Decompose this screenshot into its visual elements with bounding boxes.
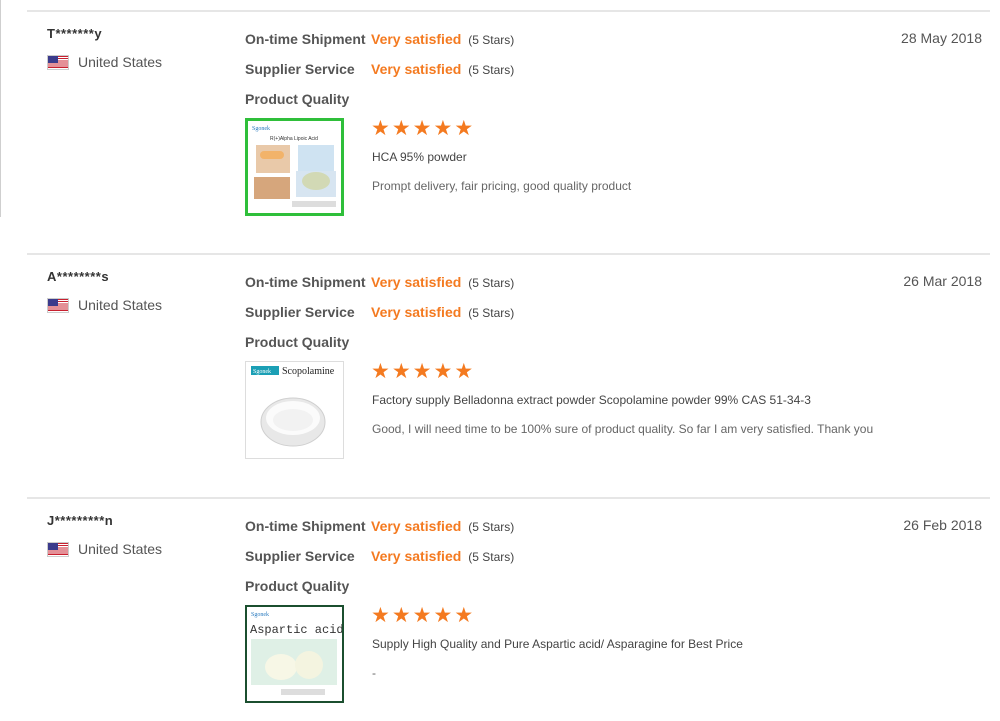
rating-row-quality: Product Quality	[245, 334, 371, 350]
star-icon: ★	[454, 360, 474, 383]
buyer-name: T*******y	[47, 26, 103, 41]
rating-row-shipment: On-time Shipment Very satisfied (5 Stars…	[245, 31, 514, 47]
rating-stars-text: (5 Stars)	[468, 550, 515, 564]
review-item: T*******y United States On-time Shipment…	[27, 10, 990, 253]
rating-label: Supplier Service	[245, 304, 355, 320]
rating-label: Product Quality	[245, 578, 350, 594]
product-name[interactable]: Factory supply Belladonna extract powder…	[372, 393, 811, 407]
rating-stars-text: (5 Stars)	[468, 520, 515, 534]
review-item: J*********n United States On-time Shipme…	[27, 497, 990, 721]
star-icon: ★	[371, 360, 390, 383]
rating-row-shipment: On-time Shipment Very satisfied (5 Stars…	[245, 518, 514, 534]
product-image: Sgonek Aspartic acid	[250, 612, 344, 695]
quality-star-rating: ★ ★ ★ ★ ★	[371, 118, 473, 139]
review-text: Good, I will need time to be 100% sure o…	[372, 422, 874, 436]
star-icon: ★	[412, 360, 432, 383]
thumb-title: R(+)Alpha Lipoic Acid	[270, 136, 318, 142]
review-text: Prompt delivery, fair pricing, good qual…	[372, 179, 632, 193]
country-label: United States	[78, 541, 163, 557]
star-icon: ★	[371, 117, 390, 140]
thumb-brand: Sgonek	[251, 612, 269, 618]
rating-label: Product Quality	[245, 91, 350, 107]
rating-stars-text: (5 Stars)	[468, 33, 515, 47]
star-icon: ★	[433, 360, 453, 383]
rating-value: Very satisfied	[371, 304, 462, 320]
thumb-brand: Sgonek	[252, 126, 270, 132]
star-icon: ★	[391, 360, 411, 383]
rating-row-service: Supplier Service Very satisfied (5 Stars…	[245, 548, 514, 564]
star-icon: ★	[391, 604, 411, 627]
review-item: A********s United States On-time Shipmen…	[27, 253, 990, 496]
product-name[interactable]: Supply High Quality and Pure Aspartic ac…	[372, 637, 743, 651]
buyer-name: A********s	[47, 269, 110, 284]
star-icon: ★	[371, 604, 390, 627]
rating-label: Supplier Service	[245, 548, 355, 564]
review-date: 26 Mar 2018	[903, 273, 982, 289]
thumb-brand: Sgonek	[253, 369, 271, 375]
rating-value: Very satisfied	[371, 548, 462, 564]
rating-row-service: Supplier Service Very satisfied (5 Stars…	[245, 304, 514, 320]
product-thumbnail[interactable]: Sgonek R(+)Alpha Lipoic Acid	[245, 118, 344, 216]
rating-stars-text: (5 Stars)	[468, 63, 515, 77]
rating-row-quality: Product Quality	[245, 91, 371, 107]
star-icon: ★	[433, 604, 453, 627]
thumb-title: Scopolamine	[282, 366, 335, 377]
us-flag-icon	[47, 297, 69, 313]
review-text: -	[372, 666, 376, 680]
rating-value: Very satisfied	[371, 61, 462, 77]
us-flag-icon	[47, 54, 69, 70]
review-date: 26 Feb 2018	[903, 517, 982, 533]
rating-label: Supplier Service	[245, 61, 355, 77]
quality-star-rating: ★ ★ ★ ★ ★	[371, 361, 473, 382]
rating-row-quality: Product Quality	[245, 578, 371, 594]
buyer-name: J*********n	[47, 513, 114, 528]
star-icon: ★	[454, 117, 474, 140]
rating-row-shipment: On-time Shipment Very satisfied (5 Stars…	[245, 274, 514, 290]
rating-row-service: Supplier Service Very satisfied (5 Stars…	[245, 61, 514, 77]
buyer-country: United States	[47, 54, 162, 70]
product-image: Sgonek R(+)Alpha Lipoic Acid	[252, 126, 336, 207]
rating-label: On-time Shipment	[245, 31, 366, 47]
buyer-country: United States	[47, 297, 162, 313]
star-icon: ★	[412, 604, 432, 627]
review-date: 28 May 2018	[901, 30, 982, 46]
thumb-title: Aspartic acid	[250, 623, 342, 637]
rating-value: Very satisfied	[371, 31, 462, 47]
rating-value: Very satisfied	[371, 518, 462, 534]
rating-label: On-time Shipment	[245, 518, 366, 534]
rating-value: Very satisfied	[371, 274, 462, 290]
rating-stars-text: (5 Stars)	[468, 306, 515, 320]
country-label: United States	[78, 297, 163, 313]
rating-stars-text: (5 Stars)	[468, 276, 515, 290]
product-image: Sgonek Scopolamine	[251, 366, 335, 447]
us-flag-icon	[47, 541, 69, 557]
star-icon: ★	[454, 604, 474, 627]
star-icon: ★	[433, 117, 453, 140]
product-thumbnail[interactable]: Sgonek Aspartic acid	[245, 605, 344, 703]
left-edge-rule	[0, 0, 1, 217]
country-label: United States	[78, 54, 163, 70]
product-name[interactable]: HCA 95% powder	[372, 150, 467, 164]
star-icon: ★	[391, 117, 411, 140]
rating-label: Product Quality	[245, 334, 350, 350]
rating-label: On-time Shipment	[245, 274, 366, 290]
product-thumbnail[interactable]: Sgonek Scopolamine	[245, 361, 344, 459]
star-icon: ★	[412, 117, 432, 140]
buyer-country: United States	[47, 541, 162, 557]
quality-star-rating: ★ ★ ★ ★ ★	[371, 605, 473, 626]
